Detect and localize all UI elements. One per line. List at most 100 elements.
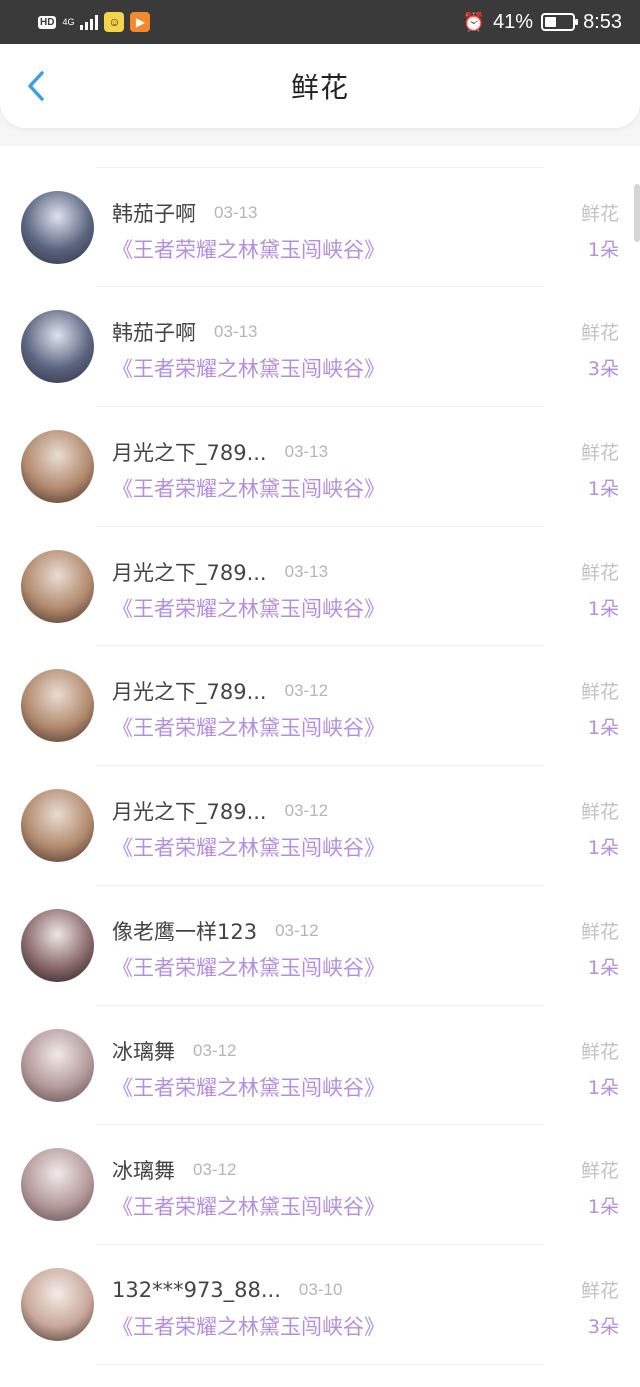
gift-date: 03-12	[193, 1040, 237, 1060]
gift-type: 鲜花	[580, 202, 619, 225]
name-row: 月光之下_789... 03-12	[112, 797, 328, 825]
avatar[interactable]	[21, 669, 94, 743]
user-name[interactable]: 月光之下_789...	[112, 557, 267, 587]
gift-date: 03-12	[193, 1160, 237, 1180]
name-row: 月光之下_789... 03-12	[112, 677, 328, 705]
gift-type: 鲜花	[580, 920, 619, 943]
list-item[interactable]: 君之泪 03-14 《王者荣耀之林黛玉闯峡谷》 鲜花 1朵	[0, 146, 640, 168]
gift-date: 03-12	[284, 681, 329, 701]
book-title[interactable]: 《王者荣耀之林黛玉闯峡谷》	[112, 952, 385, 982]
avatar[interactable]	[21, 190, 94, 264]
list-item[interactable]: 月光之下_789... 03-13 《王者荣耀之林黛玉闯峡谷》 鲜花 1朵	[0, 407, 640, 527]
scrollbar[interactable]	[634, 184, 640, 242]
user-name[interactable]: 像老鹰一样123	[112, 916, 257, 946]
user-name[interactable]: 月光之下_789...	[112, 437, 267, 467]
avatar[interactable]	[21, 430, 94, 504]
video-app-icon: ▶	[130, 12, 151, 32]
gift-type: 鲜花	[580, 1279, 619, 1302]
gift-date: 03-13	[284, 561, 329, 581]
name-row: 韩茄子啊 03-13	[112, 318, 257, 346]
book-title[interactable]: 《王者荣耀之林黛玉闯峡谷》	[112, 832, 385, 862]
gift-type: 鲜花	[580, 1040, 619, 1063]
book-title[interactable]: 《王者荣耀之林黛玉闯峡谷》	[112, 1191, 385, 1221]
book-title[interactable]: 《王者荣耀之林黛玉闯峡谷》	[112, 473, 385, 503]
gift-date: 03-10	[298, 1279, 343, 1299]
gift-count: 3朵	[587, 358, 619, 381]
gift-count: 3朵	[587, 1315, 619, 1338]
battery-percent: 41%	[493, 10, 534, 33]
user-name[interactable]: 韩茄子啊	[112, 198, 196, 228]
gift-date: 03-13	[214, 322, 258, 342]
list-item[interactable]: 132***973_88... 03-10 《王者荣耀之林黛玉闯峡谷》 鲜花 3…	[0, 1245, 640, 1365]
gift-date: 03-13	[284, 442, 329, 462]
avatar[interactable]	[21, 789, 94, 863]
user-name[interactable]: 冰璃舞	[112, 1155, 175, 1185]
user-name[interactable]: 韩茄子啊	[112, 317, 196, 347]
gift-count: 1朵	[587, 837, 619, 860]
network-indicator: 4G	[62, 16, 75, 27]
name-row: 冰璃舞 03-12	[112, 1156, 236, 1184]
gift-type: 鲜花	[580, 322, 619, 345]
avatar[interactable]	[21, 310, 94, 384]
avatar[interactable]	[21, 549, 94, 623]
list-item[interactable]: 月光之下_789... 03-12 《王者荣耀之林黛玉闯峡谷》 鲜花 1朵	[0, 646, 640, 767]
name-row: 月光之下_789... 03-13	[112, 558, 328, 586]
hd-indicator: HD	[38, 15, 57, 29]
list-item[interactable]: 冰璃舞 03-12 《王者荣耀之林黛玉闯峡谷》 鲜花 1朵	[0, 1006, 640, 1126]
divider	[96, 1363, 544, 1365]
book-title[interactable]: 《王者荣耀之林黛玉闯峡谷》	[112, 712, 385, 742]
gift-type: 鲜花	[580, 1160, 619, 1183]
back-arrow-icon	[28, 71, 44, 101]
gift-date: 03-13	[214, 202, 258, 222]
gift-date: 03-12	[284, 801, 329, 821]
list-item[interactable]: 韩茄子啊 03-13 《王者荣耀之林黛玉闯峡谷》 鲜花 3朵	[0, 287, 640, 408]
page-title: 鲜花	[290, 71, 349, 104]
gift-count: 1朵	[587, 478, 619, 501]
book-title[interactable]: 《王者荣耀之林黛玉闯峡谷》	[112, 593, 385, 623]
battery-icon	[541, 13, 579, 31]
book-title[interactable]: 《王者荣耀之林黛玉闯峡谷》	[112, 234, 385, 264]
name-row: 冰璃舞 03-12	[112, 1037, 236, 1065]
name-row: 像老鹰一样123 03-12	[112, 917, 319, 945]
back-button[interactable]	[20, 70, 52, 102]
gift-count: 1朵	[587, 597, 619, 620]
user-name[interactable]: 月光之下_789...	[112, 796, 267, 826]
list-item[interactable]: 冰璃舞 03-12 《王者荣耀之林黛玉闯峡谷》 鲜花 1朵	[0, 1125, 640, 1245]
list-item[interactable]: 月光之下_789... 03-13 《王者荣耀之林黛玉闯峡谷》 鲜花 1朵	[0, 527, 640, 647]
book-title[interactable]: 《王者荣耀之林黛玉闯峡谷》	[112, 353, 385, 383]
list-item[interactable]: 像老鹰一样123 03-12 《王者荣耀之林黛玉闯峡谷》 鲜花 1朵	[0, 886, 640, 1006]
avatar[interactable]	[21, 1267, 94, 1341]
clock: 8:53	[583, 10, 622, 33]
user-name[interactable]: 月光之下_789...	[112, 676, 267, 706]
name-row: 132***973_88... 03-10	[112, 1276, 342, 1304]
status-bar: HD 4G ☺ ▶ ⏰ 41% 8:53	[0, 0, 640, 44]
gift-type: 鲜花	[580, 681, 619, 704]
header-container: 鲜花	[0, 44, 640, 146]
gift-type: 鲜花	[580, 561, 619, 584]
gift-count: 1朵	[587, 956, 619, 979]
alarm-icon: ⏰	[462, 11, 486, 32]
book-title[interactable]: 《王者荣耀之林黛玉闯峡谷》	[112, 1311, 385, 1341]
flower-gift-list[interactable]: 君之泪 03-14 《王者荣耀之林黛玉闯峡谷》 鲜花 1朵 韩茄子啊 03-13…	[0, 146, 640, 1387]
gift-type: 鲜花	[580, 442, 619, 465]
name-row: 韩茄子啊 03-13	[112, 199, 257, 227]
battery-fill	[545, 17, 556, 27]
avatar[interactable]	[21, 908, 94, 982]
user-name[interactable]: 132***973_88...	[112, 1278, 281, 1302]
gift-count: 1朵	[587, 717, 619, 740]
gift-type: 鲜花	[580, 801, 619, 824]
nav-header: 鲜花	[0, 44, 640, 128]
gift-count: 1朵	[587, 1196, 619, 1219]
user-name[interactable]: 冰璃舞	[112, 1036, 175, 1066]
name-row: 月光之下_789... 03-13	[112, 438, 328, 466]
list-item[interactable]: 月光之下_789... 03-12 《王者荣耀之林黛玉闯峡谷》 鲜花 1朵	[0, 766, 640, 886]
gift-count: 1朵	[587, 1076, 619, 1099]
notification-app-icon: ☺	[104, 12, 125, 32]
signal-icon	[80, 14, 99, 30]
avatar[interactable]	[21, 1148, 94, 1222]
list-item[interactable]: 韩茄子啊 03-13 《王者荣耀之林黛玉闯峡谷》 鲜花 1朵	[0, 168, 640, 288]
book-title[interactable]: 《王者荣耀之林黛玉闯峡谷》	[112, 1072, 385, 1102]
gift-date: 03-12	[275, 920, 319, 940]
avatar[interactable]	[21, 1028, 94, 1102]
gift-count: 1朵	[587, 238, 619, 261]
